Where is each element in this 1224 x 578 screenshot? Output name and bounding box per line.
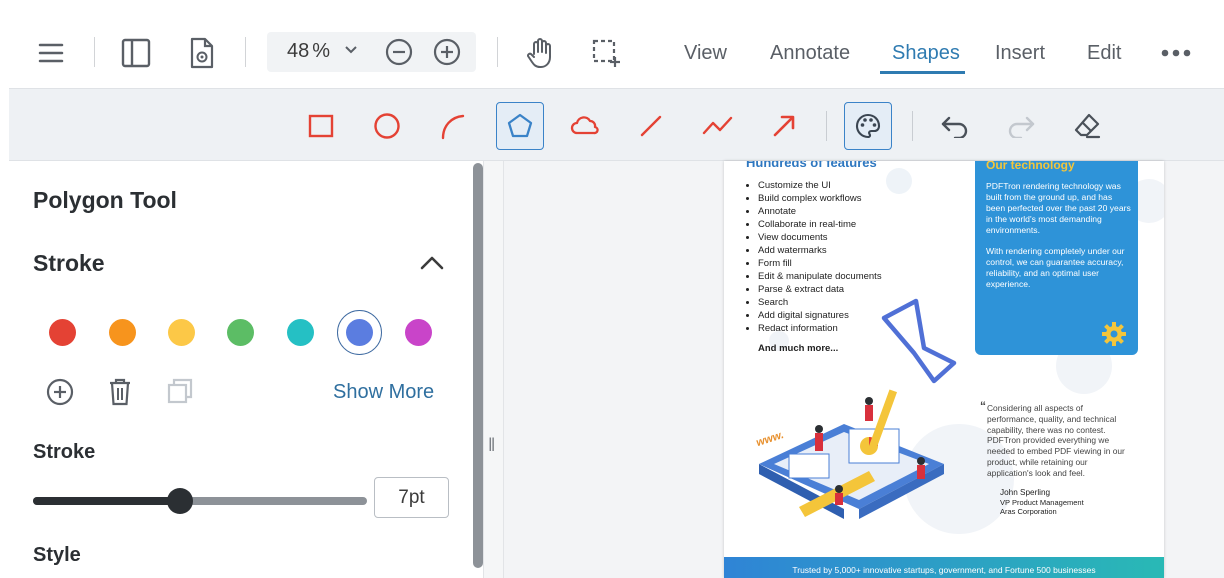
polygon-annotation[interactable]	[874, 293, 964, 389]
document-page[interactable]: Hundreds of features Customize the UI Bu…	[724, 161, 1164, 578]
tab-insert[interactable]: Insert	[995, 42, 1045, 65]
shapes-toolbar	[9, 88, 1224, 161]
arc-icon[interactable]	[429, 102, 477, 150]
features-more-text: And much more...	[758, 343, 839, 354]
arrow-icon[interactable]	[760, 102, 808, 150]
list-item: Customize the UI	[758, 179, 946, 192]
color-swatch-red[interactable]	[49, 319, 76, 346]
document-settings-icon[interactable]	[179, 30, 225, 76]
toolbar-separator	[826, 111, 827, 141]
panel-resize-divider[interactable]	[483, 161, 504, 578]
zoom-value[interactable]: 48%	[287, 40, 330, 63]
technology-card-title: Our technology	[986, 161, 1075, 172]
footer-text: Trusted by 5,000+ innovative startups, g…	[792, 565, 1096, 575]
cloud-icon[interactable]	[561, 102, 609, 150]
panel-title: Polygon Tool	[33, 187, 177, 213]
add-color-icon[interactable]	[46, 378, 74, 411]
stroke-section-header[interactable]: Stroke	[33, 250, 105, 277]
toolbar-separator	[912, 111, 913, 141]
list-item: Collaborate in real-time	[758, 218, 946, 231]
chevron-down-icon[interactable]	[343, 42, 359, 63]
ellipse-icon[interactable]	[363, 102, 411, 150]
toolbar-separator	[94, 37, 95, 67]
tab-edit[interactable]: Edit	[1087, 42, 1121, 65]
active-tab-indicator	[880, 71, 965, 74]
list-item: Form fill	[758, 257, 946, 270]
stroke-thickness-input[interactable]: 7pt	[374, 477, 449, 518]
hamburger-menu-icon[interactable]	[28, 30, 74, 76]
rectangle-icon[interactable]	[297, 102, 345, 150]
quote-mark: “	[980, 399, 986, 413]
style-section-label: Style	[33, 544, 81, 566]
features-heading: Hundreds of features	[746, 161, 877, 170]
list-item: Annotate	[758, 205, 946, 218]
resize-grip-icon[interactable]: ‖	[488, 435, 495, 456]
color-swatch-purple[interactable]	[405, 319, 432, 346]
style-palette-icon[interactable]	[844, 102, 892, 150]
testimonial-quote: Considering all aspects of performance, …	[987, 403, 1125, 478]
show-more-link[interactable]: Show More	[333, 381, 434, 404]
list-item: Build complex workflows	[758, 192, 946, 205]
gear-icon	[1101, 321, 1127, 352]
tab-annotate[interactable]: Annotate	[770, 42, 850, 65]
chevron-up-icon[interactable]	[420, 252, 444, 279]
undo-icon[interactable]	[931, 102, 979, 150]
stroke-slider-fill	[33, 497, 180, 505]
page-footer-band: Trusted by 5,000+ innovative startups, g…	[724, 557, 1164, 578]
color-swatch-green[interactable]	[227, 319, 254, 346]
polyline-icon[interactable]	[694, 102, 742, 150]
zoom-out-icon[interactable]	[385, 38, 413, 71]
copy-color-icon[interactable]	[166, 377, 194, 410]
list-item: View documents	[758, 231, 946, 244]
stroke-slider-thumb[interactable]	[166, 488, 193, 514]
redo-icon[interactable]	[997, 102, 1045, 150]
marquee-select-icon[interactable]	[583, 30, 629, 76]
toolbar-separator	[497, 37, 498, 67]
tab-view[interactable]: View	[684, 42, 727, 65]
left-panel-toggle-icon[interactable]	[113, 30, 159, 76]
polygon-icon[interactable]	[496, 102, 544, 150]
more-options-icon[interactable]	[1153, 30, 1199, 76]
top-toolbar: 48% View Annotate Shapes Insert Edit	[0, 0, 1224, 88]
color-swatch-blue[interactable]	[346, 319, 373, 346]
panel-scrollbar[interactable]	[473, 163, 483, 568]
list-item: Edit & manipulate documents	[758, 270, 946, 283]
technology-card-paragraph-2: With rendering completely under our cont…	[986, 246, 1125, 289]
stroke-thickness-label: Stroke	[33, 441, 96, 463]
zoom-control: 48%	[267, 32, 476, 72]
toolbar-separator	[245, 37, 246, 67]
eraser-icon[interactable]	[1063, 102, 1111, 150]
delete-color-icon[interactable]	[107, 377, 133, 412]
list-item: Add watermarks	[758, 244, 946, 257]
technology-card-paragraph-1: PDFTron rendering technology was built f…	[986, 181, 1131, 235]
color-swatch-orange[interactable]	[109, 319, 136, 346]
color-swatch-teal[interactable]	[287, 319, 314, 346]
tab-shapes[interactable]: Shapes	[892, 42, 960, 65]
quote-role: VP Product Management	[1000, 498, 1084, 507]
quote-company: Aras Corporation	[1000, 507, 1057, 516]
zoom-in-icon[interactable]	[433, 38, 461, 71]
color-swatch-yellow[interactable]	[168, 319, 195, 346]
quote-author: John Sperling	[1000, 488, 1051, 497]
pan-hand-icon[interactable]	[518, 30, 564, 76]
team-illustration	[759, 389, 944, 519]
line-icon[interactable]	[627, 102, 675, 150]
technology-card: Our technology PDFTron rendering technol…	[975, 161, 1138, 355]
